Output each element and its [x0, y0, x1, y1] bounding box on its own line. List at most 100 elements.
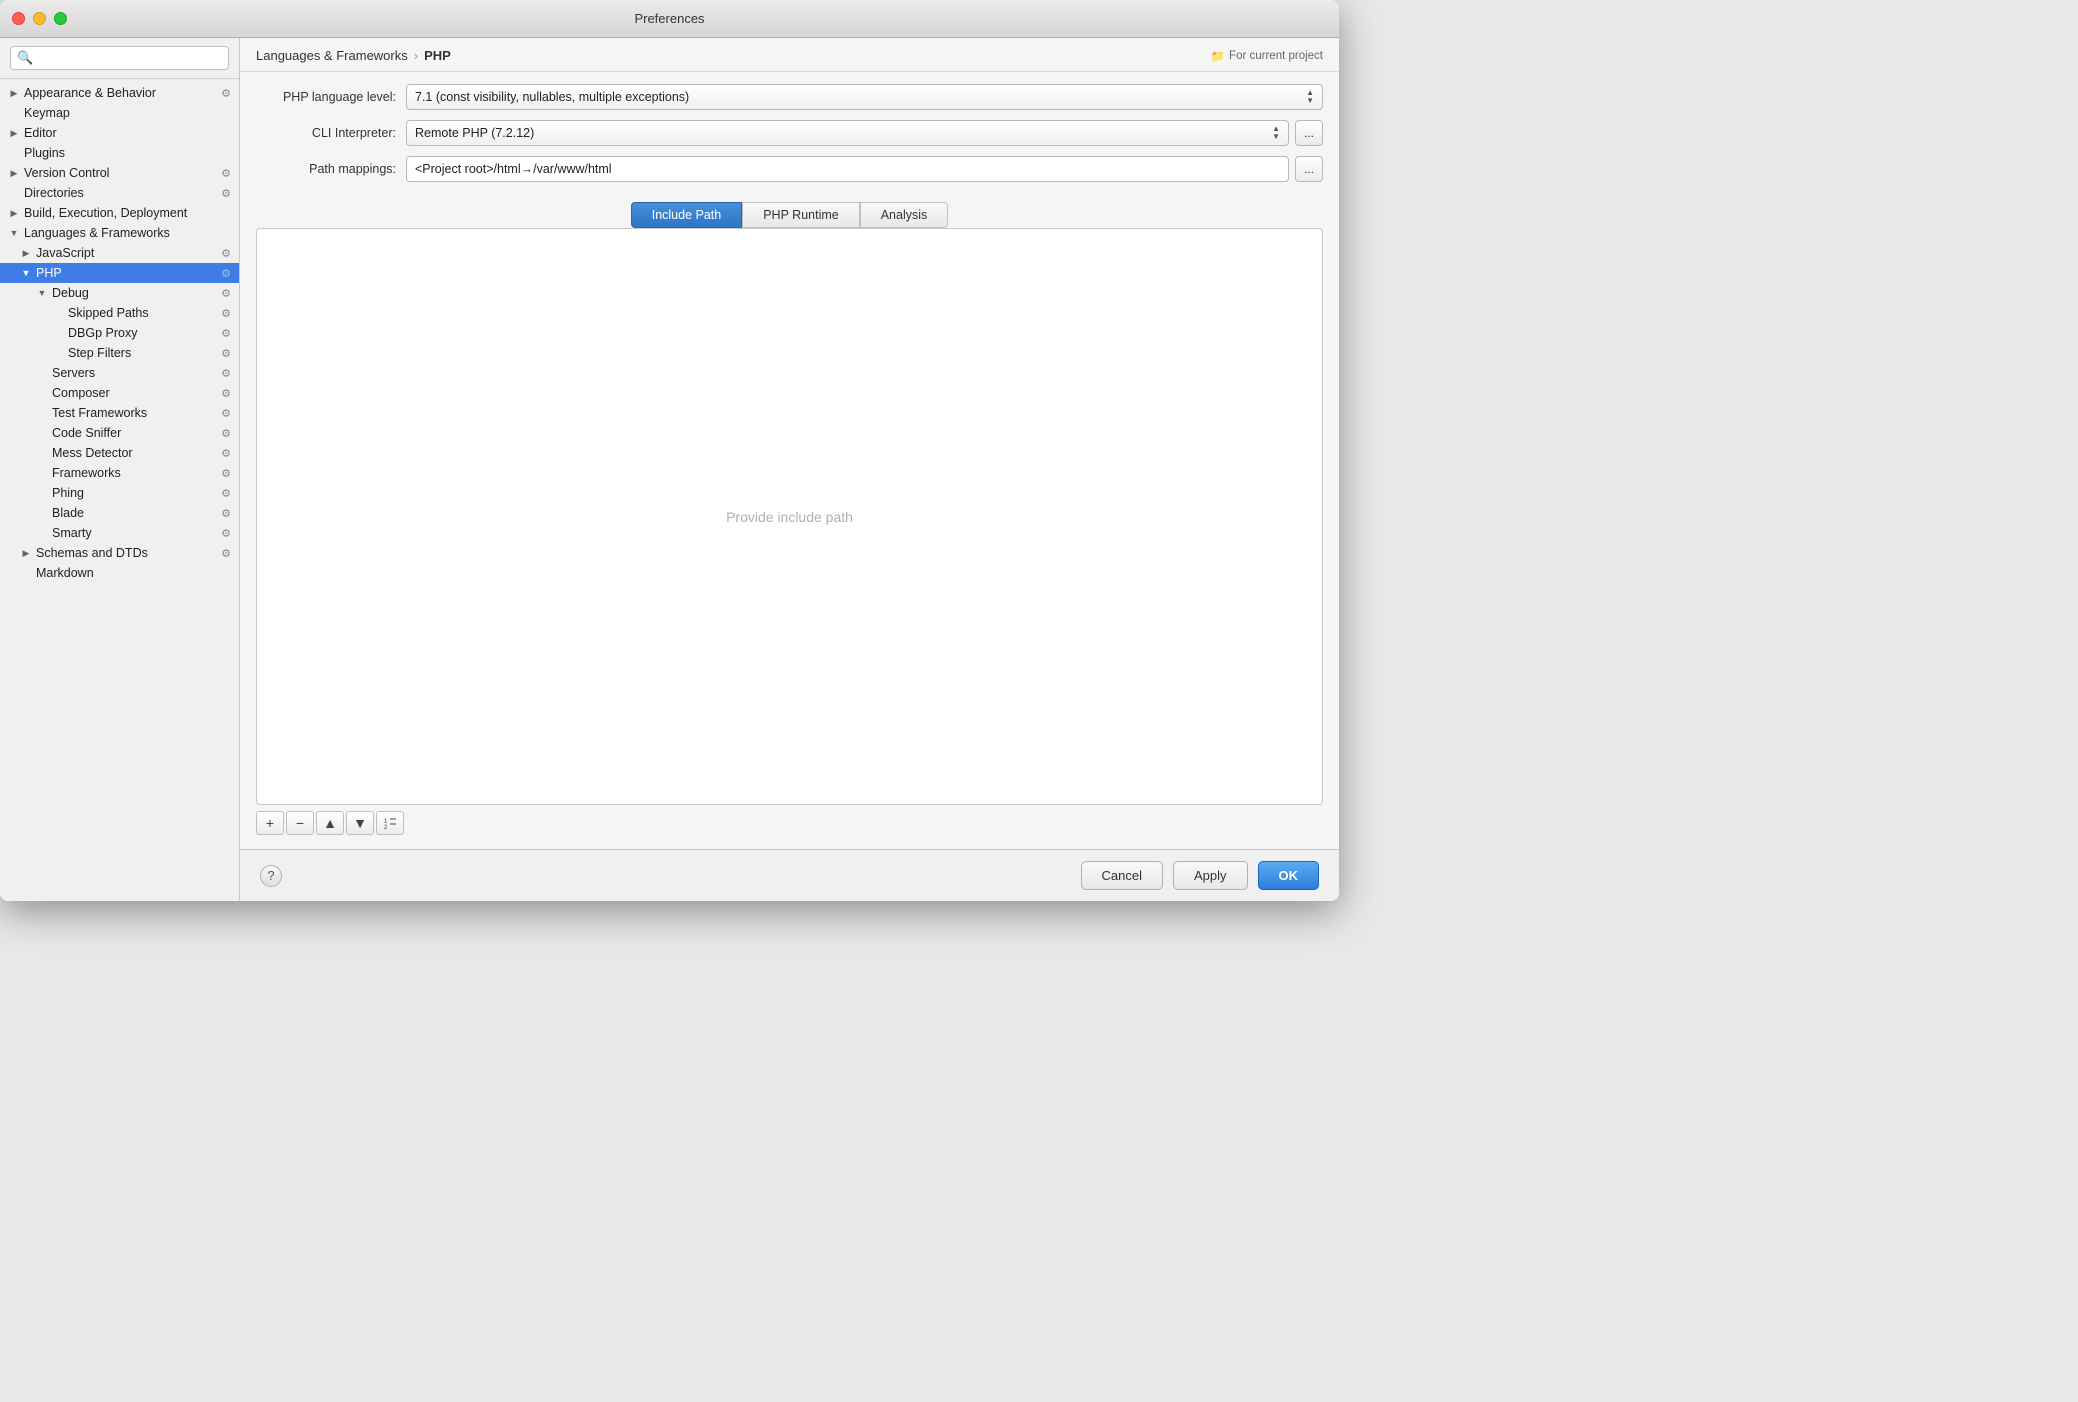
sidebar-item-editor[interactable]: ▶ Editor [0, 123, 239, 143]
sidebar-item-label: Build, Execution, Deployment [24, 206, 187, 220]
search-icon: 🔍 [17, 50, 33, 66]
sidebar-item-label: JavaScript [36, 246, 94, 260]
sidebar-item-label: Directories [24, 186, 84, 200]
sidebar-item-label: Skipped Paths [68, 306, 149, 320]
close-button[interactable] [12, 12, 25, 25]
remove-button[interactable]: − [286, 811, 314, 835]
sidebar-item-blade[interactable]: Blade ⚙ [0, 503, 239, 523]
path-mappings-value: <Project root>/html→/var/www/html [415, 162, 612, 176]
cli-interpreter-control: Remote PHP (7.2.12) ▲▼ ... [406, 120, 1323, 146]
sidebar-item-dbgp[interactable]: DBGp Proxy ⚙ [0, 323, 239, 343]
sidebar-item-label: DBGp Proxy [68, 326, 137, 340]
sidebar-item-mess-detector[interactable]: Mess Detector ⚙ [0, 443, 239, 463]
sidebar-item-composer[interactable]: Composer ⚙ [0, 383, 239, 403]
breadcrumb: Languages & Frameworks › PHP 📁 For curre… [240, 38, 1339, 72]
sidebar-item-label: Composer [52, 386, 110, 400]
apply-button[interactable]: Apply [1173, 861, 1248, 890]
sidebar-item-servers[interactable]: Servers ⚙ [0, 363, 239, 383]
traffic-lights [12, 12, 67, 25]
search-bar: 🔍 [0, 38, 239, 79]
project-icon: 📁 [1211, 49, 1225, 63]
path-mappings-browse-button[interactable]: ... [1295, 156, 1323, 182]
sidebar-item-directories[interactable]: Directories ⚙ [0, 183, 239, 203]
move-down-button[interactable]: ▼ [346, 811, 374, 835]
arrow-icon: ▼ [36, 288, 48, 298]
right-panel: Languages & Frameworks › PHP 📁 For curre… [240, 38, 1339, 901]
search-wrapper[interactable]: 🔍 [10, 46, 229, 70]
tab-php-runtime[interactable]: PHP Runtime [742, 202, 860, 228]
sidebar-item-label: Blade [52, 506, 84, 520]
sidebar-item-schemas[interactable]: ▶ Schemas and DTDs ⚙ [0, 543, 239, 563]
settings-icon: ⚙ [221, 367, 231, 380]
sidebar-item-step-filters[interactable]: Step Filters ⚙ [0, 343, 239, 363]
sidebar-item-markdown[interactable]: Markdown [0, 563, 239, 583]
sidebar-item-label: Smarty [52, 526, 92, 540]
path-mappings-row: Path mappings: <Project root>/html→/var/… [256, 156, 1323, 182]
cli-interpreter-select[interactable]: Remote PHP (7.2.12) ▲▼ [406, 120, 1289, 146]
sidebar-item-plugins[interactable]: Plugins [0, 143, 239, 163]
sidebar-item-label: Code Sniffer [52, 426, 121, 440]
sidebar-item-label: Schemas and DTDs [36, 546, 148, 560]
cli-interpreter-browse-button[interactable]: ... [1295, 120, 1323, 146]
sidebar-item-frameworks[interactable]: Frameworks ⚙ [0, 463, 239, 483]
arrow-icon: ▶ [8, 128, 20, 139]
ok-button[interactable]: OK [1258, 861, 1320, 890]
sidebar-tree: ▶ Appearance & Behavior ⚙ Keymap ▶ Edito… [0, 79, 239, 901]
include-path-toolbar: + − ▲ ▼ 1 2 [256, 805, 1323, 839]
move-up-button[interactable]: ▲ [316, 811, 344, 835]
cli-interpreter-row: CLI Interpreter: Remote PHP (7.2.12) ▲▼ … [256, 120, 1323, 146]
tab-include-path[interactable]: Include Path [631, 202, 743, 228]
settings-section: PHP language level: 7.1 (const visibilit… [240, 72, 1339, 194]
for-project-text: For current project [1229, 50, 1323, 62]
search-input[interactable] [37, 51, 222, 65]
sidebar-item-label: PHP [36, 266, 62, 280]
sidebar-item-javascript[interactable]: ▶ JavaScript ⚙ [0, 243, 239, 263]
sidebar-item-label: Servers [52, 366, 95, 380]
sidebar-item-version-control[interactable]: ▶ Version Control ⚙ [0, 163, 239, 183]
sidebar-item-phing[interactable]: Phing ⚙ [0, 483, 239, 503]
arrow-icon: ▶ [8, 88, 20, 99]
settings-icon: ⚙ [221, 547, 231, 560]
sidebar-item-label: Frameworks [52, 466, 121, 480]
cancel-button[interactable]: Cancel [1081, 861, 1163, 890]
sort-icon: 1 2 [383, 816, 397, 830]
sidebar-item-label: Markdown [36, 566, 94, 580]
sidebar-item-label: Debug [52, 286, 89, 300]
arrow-icon: ▼ [8, 228, 20, 238]
sidebar-item-smarty[interactable]: Smarty ⚙ [0, 523, 239, 543]
sidebar-item-label: Step Filters [68, 346, 131, 360]
arrow-icon: ▶ [20, 548, 32, 559]
cli-interpreter-label: CLI Interpreter: [256, 126, 396, 140]
tab-analysis[interactable]: Analysis [860, 202, 949, 228]
sidebar-item-label: Version Control [24, 166, 109, 180]
help-button[interactable]: ? [260, 865, 282, 887]
sidebar-item-languages[interactable]: ▼ Languages & Frameworks [0, 223, 239, 243]
php-language-level-label: PHP language level: [256, 90, 396, 104]
settings-icon: ⚙ [221, 467, 231, 480]
maximize-button[interactable] [54, 12, 67, 25]
sidebar-item-debug[interactable]: ▼ Debug ⚙ [0, 283, 239, 303]
sidebar-item-skipped-paths[interactable]: Skipped Paths ⚙ [0, 303, 239, 323]
sidebar-item-appearance[interactable]: ▶ Appearance & Behavior ⚙ [0, 83, 239, 103]
sidebar-item-test-frameworks[interactable]: Test Frameworks ⚙ [0, 403, 239, 423]
sidebar-item-keymap[interactable]: Keymap [0, 103, 239, 123]
sidebar-item-code-sniffer[interactable]: Code Sniffer ⚙ [0, 423, 239, 443]
tabs-bar: Include Path PHP Runtime Analysis [240, 194, 1339, 228]
sort-button[interactable]: 1 2 [376, 811, 404, 835]
settings-icon: ⚙ [221, 167, 231, 180]
sidebar-item-php[interactable]: ▼ PHP ⚙ [0, 263, 239, 283]
php-language-level-row: PHP language level: 7.1 (const visibilit… [256, 84, 1323, 110]
svg-text:2: 2 [384, 825, 388, 830]
settings-icon: ⚙ [221, 267, 231, 280]
main-content: 🔍 ▶ Appearance & Behavior ⚙ Keymap [0, 38, 1339, 901]
minimize-button[interactable] [33, 12, 46, 25]
path-mappings-input[interactable]: <Project root>/html→/var/www/html [406, 156, 1289, 182]
sidebar-item-label: Phing [52, 486, 84, 500]
select-arrows-icon: ▲▼ [1272, 125, 1280, 141]
php-language-level-value: 7.1 (const visibility, nullables, multip… [415, 90, 689, 104]
arrow-icon: ▶ [8, 208, 20, 219]
php-language-level-select[interactable]: 7.1 (const visibility, nullables, multip… [406, 84, 1323, 110]
arrow-icon: ▼ [20, 268, 32, 278]
add-button[interactable]: + [256, 811, 284, 835]
sidebar-item-build[interactable]: ▶ Build, Execution, Deployment [0, 203, 239, 223]
